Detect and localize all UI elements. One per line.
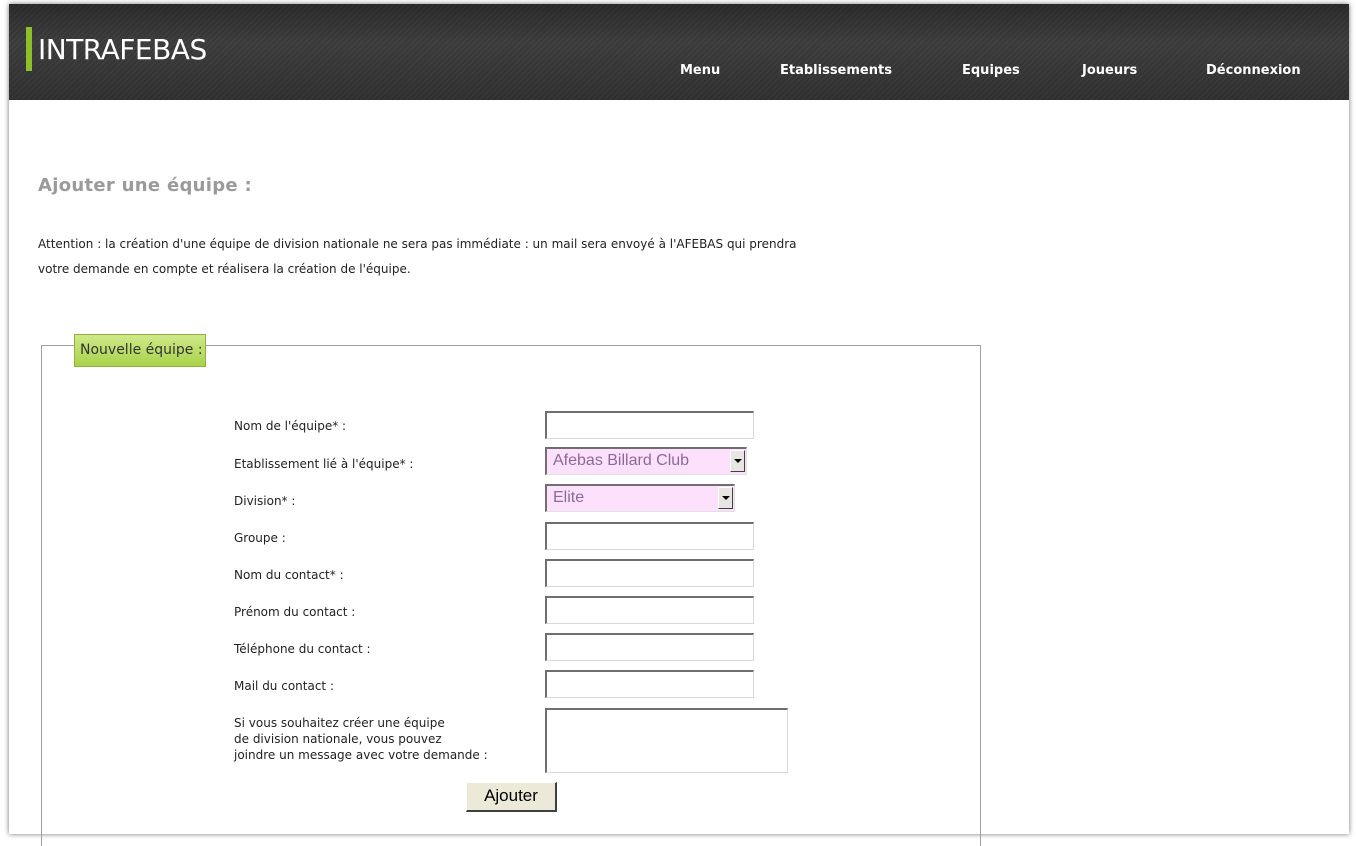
division-label: Division* :	[234, 494, 296, 508]
contact-phone-input[interactable]	[545, 633, 754, 661]
establishment-select-value: Afebas Billard Club	[553, 452, 690, 469]
message-label: Si vous souhaitez créer une équipe de di…	[234, 715, 488, 763]
add-team-button[interactable]: Ajouter	[466, 782, 557, 812]
notice-line-2: votre demande en compte et réalisera la …	[38, 262, 411, 276]
contact-firstname-label: Prénom du contact :	[234, 605, 356, 619]
new-team-fieldset	[41, 345, 981, 846]
message-label-line-2: de division nationale, vous pouvez	[234, 732, 442, 746]
division-select[interactable]: Elite	[545, 484, 735, 512]
team-name-label: Nom de l'équipe* :	[234, 419, 347, 433]
message-label-line-3: joindre un message avec votre demande :	[234, 748, 488, 762]
message-textarea[interactable]	[545, 708, 788, 773]
contact-phone-label: Téléphone du contact :	[234, 642, 371, 656]
team-name-input[interactable]	[545, 411, 754, 439]
nav-item-menu[interactable]: Menu	[680, 63, 720, 78]
notice-line-1: Attention : la création d'une équipe de …	[38, 237, 797, 251]
site-logo[interactable]: INTRAFEBAS	[38, 33, 207, 67]
app-window: INTRAFEBAS Menu Etablissements Equipes J…	[9, 4, 1349, 846]
group-label: Groupe :	[234, 531, 286, 545]
page-title: Ajouter une équipe :	[38, 175, 252, 196]
contact-name-label: Nom du contact* :	[234, 568, 344, 582]
group-input[interactable]	[545, 522, 754, 550]
contact-name-input[interactable]	[545, 559, 754, 587]
contact-firstname-input[interactable]	[545, 596, 754, 624]
establishment-select[interactable]: Afebas Billard Club	[545, 447, 747, 475]
main-nav: Menu Etablissements Equipes Joueurs Déco…	[9, 63, 1349, 83]
nav-item-equipes[interactable]: Equipes	[962, 63, 1020, 78]
fieldset-legend: Nouvelle équipe :	[74, 334, 206, 367]
establishment-label: Etablissement lié à l'équipe* :	[234, 457, 414, 471]
division-select-value: Elite	[553, 489, 585, 506]
message-label-line-1: Si vous souhaitez créer une équipe	[234, 716, 445, 730]
header-bar: INTRAFEBAS Menu Etablissements Equipes J…	[9, 4, 1349, 100]
nav-item-joueurs[interactable]: Joueurs	[1082, 63, 1137, 78]
nav-item-deconnexion[interactable]: Déconnexion	[1206, 63, 1301, 78]
nav-item-etablissements[interactable]: Etablissements	[780, 63, 892, 78]
notice-text: Attention : la création d'une équipe de …	[38, 232, 968, 282]
contact-mail-label: Mail du contact :	[234, 679, 334, 693]
contact-mail-input[interactable]	[545, 670, 754, 698]
chevron-down-icon[interactable]	[718, 487, 733, 509]
chevron-down-icon[interactable]	[730, 450, 745, 472]
